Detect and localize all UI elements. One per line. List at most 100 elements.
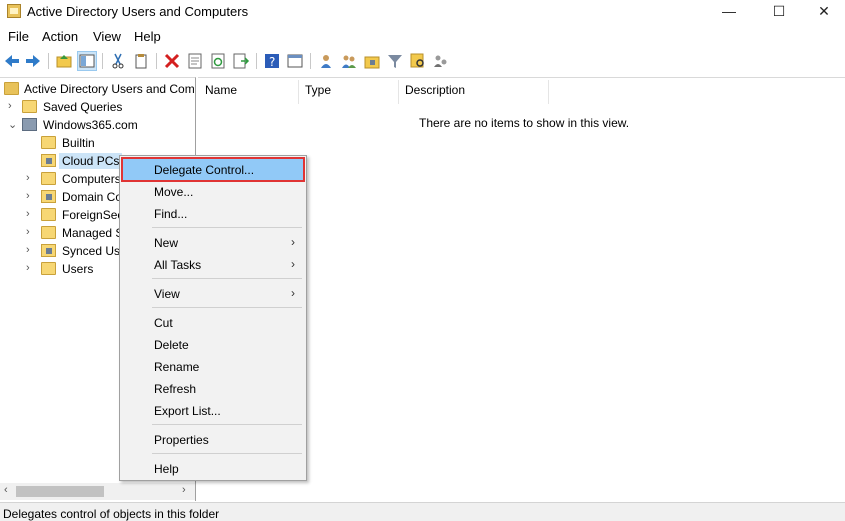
new-group-icon[interactable]: [340, 52, 358, 70]
menu-item-properties[interactable]: Properties: [123, 429, 303, 450]
close-button[interactable]: ✕: [801, 0, 845, 24]
menu-bar: File Action View Help: [0, 27, 845, 47]
menu-item-label: Cut: [154, 316, 173, 330]
chevron-right-icon: ›: [291, 257, 295, 271]
chevron-right-icon[interactable]: ›: [26, 172, 36, 184]
export-icon[interactable]: [232, 52, 250, 70]
title-bar: Active Directory Users and Computers — ☐…: [0, 0, 845, 24]
menu-help[interactable]: Help: [134, 29, 161, 44]
scroll-left-icon[interactable]: ‹: [4, 484, 8, 496]
menu-item-cut[interactable]: Cut: [123, 312, 303, 333]
new-ou-icon[interactable]: [363, 52, 381, 70]
menu-file[interactable]: File: [8, 29, 29, 44]
tree-item-label: Managed S: [62, 226, 124, 240]
tree-item-label: Saved Queries: [43, 100, 123, 114]
new-user-icon[interactable]: [317, 52, 335, 70]
console-root-icon: [4, 82, 19, 95]
menu-separator: [152, 453, 302, 454]
refresh-icon[interactable]: [209, 52, 227, 70]
toolbar-separator: [48, 53, 49, 69]
window-title: Active Directory Users and Computers: [27, 4, 249, 19]
folder-icon: [41, 136, 56, 149]
menu-separator: [152, 424, 302, 425]
tree-item-label: Users: [62, 262, 94, 276]
column-divider[interactable]: [298, 80, 299, 104]
tree-item-label: Computers: [62, 172, 121, 186]
menu-item-move[interactable]: Move...: [123, 181, 303, 202]
tree-item-builtin[interactable]: Builtin: [0, 134, 195, 152]
scrollbar-thumb[interactable]: [16, 486, 104, 497]
chevron-right-icon[interactable]: ›: [26, 190, 36, 202]
column-header-description[interactable]: Description: [405, 83, 465, 97]
menu-item-label: Rename: [154, 360, 200, 374]
chevron-right-icon[interactable]: ›: [8, 100, 18, 112]
back-icon[interactable]: [3, 52, 21, 70]
menu-view[interactable]: View: [93, 29, 121, 44]
menu-item-export-list[interactable]: Export List...: [123, 400, 303, 421]
tree-item-label: Cloud PCs: [59, 153, 123, 169]
column-header-name[interactable]: Name: [205, 83, 237, 97]
menu-item-label: Delete: [154, 338, 189, 352]
tree-item-saved-queries[interactable]: › Saved Queries: [0, 98, 195, 116]
menu-item-label: Move...: [154, 185, 194, 199]
toolbar-separator: [156, 53, 157, 69]
view-icon[interactable]: [286, 52, 304, 70]
maximize-button[interactable]: ☐: [756, 0, 802, 24]
folder-icon: [41, 226, 56, 239]
column-divider[interactable]: [398, 80, 399, 104]
filter-icon[interactable]: [386, 52, 404, 70]
chevron-right-icon[interactable]: ›: [26, 262, 36, 274]
menu-item-find[interactable]: Find...: [123, 203, 303, 224]
tree-root-label: Active Directory Users and Com: [24, 82, 195, 96]
column-header-type[interactable]: Type: [305, 83, 331, 97]
chevron-right-icon[interactable]: ›: [26, 226, 36, 238]
tree-item-label: Builtin: [62, 136, 95, 150]
tree-root[interactable]: Active Directory Users and Com: [0, 80, 195, 98]
folder-icon: [41, 172, 56, 185]
properties-icon[interactable]: [186, 52, 204, 70]
menu-item-rename[interactable]: Rename: [123, 356, 303, 377]
tree-item-label: Domain Co: [62, 190, 123, 204]
find-icon[interactable]: [409, 52, 427, 70]
cut-icon[interactable]: [109, 52, 127, 70]
app-icon: [7, 4, 21, 18]
toolbar-separator: [102, 53, 103, 69]
forward-icon[interactable]: [24, 52, 42, 70]
menu-item-label: Export List...: [154, 404, 221, 418]
menu-separator: [152, 227, 302, 228]
menu-separator: [152, 307, 302, 308]
chevron-right-icon: ›: [291, 286, 295, 300]
menu-item-label: View: [154, 287, 180, 301]
domain-icon: [22, 118, 37, 131]
delegate-icon[interactable]: [432, 52, 450, 70]
minimize-button[interactable]: —: [706, 0, 752, 24]
show-tree-icon[interactable]: [77, 51, 97, 71]
chevron-down-icon[interactable]: ⌄: [8, 118, 18, 131]
menu-separator: [152, 278, 302, 279]
horizontal-scrollbar[interactable]: ‹ ›: [0, 483, 195, 500]
menu-item-all-tasks[interactable]: All Tasks ›: [123, 254, 303, 275]
tree-item-label: ForeignSec: [62, 208, 124, 222]
menu-item-refresh[interactable]: Refresh: [123, 378, 303, 399]
menu-action[interactable]: Action: [42, 29, 78, 44]
column-divider[interactable]: [548, 80, 549, 104]
menu-item-help[interactable]: Help: [123, 458, 303, 479]
menu-item-new[interactable]: New ›: [123, 232, 303, 253]
menu-item-delete[interactable]: Delete: [123, 334, 303, 355]
menu-item-view[interactable]: View ›: [123, 283, 303, 304]
status-bar: Delegates control of objects in this fol…: [0, 502, 845, 521]
tree-item-label: Synced Use: [62, 244, 127, 258]
up-folder-icon[interactable]: [55, 52, 73, 70]
tree-item-domain[interactable]: ⌄ Windows365.com: [0, 116, 195, 134]
menu-item-delegate-control[interactable]: Delegate Control...: [121, 157, 305, 182]
chevron-right-icon[interactable]: ›: [26, 208, 36, 220]
chevron-right-icon[interactable]: ›: [26, 244, 36, 256]
toolbar: ?: [0, 50, 845, 74]
folder-icon: [22, 100, 37, 113]
copy-icon[interactable]: [132, 52, 150, 70]
menu-item-label: Find...: [154, 207, 188, 221]
scroll-right-icon[interactable]: ›: [182, 484, 186, 496]
delete-icon[interactable]: [163, 52, 181, 70]
help-icon[interactable]: ?: [263, 52, 281, 70]
menu-item-label: New: [154, 236, 179, 250]
